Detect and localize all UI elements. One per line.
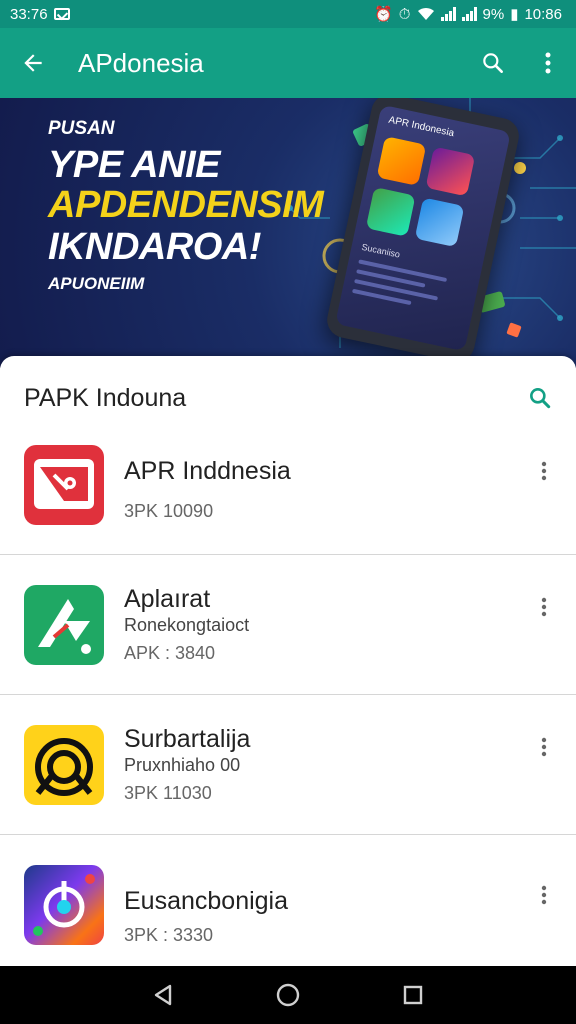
- banner-headline-3: IKNDAROA!: [48, 226, 261, 268]
- signal-2-icon: [461, 7, 477, 21]
- app-name: Surbartalija: [124, 725, 251, 753]
- yellow-app-icon: [24, 725, 104, 805]
- battery-icon: ▮: [510, 5, 519, 23]
- status-bar: 33:76 ⏰ ⏱ 9% ▮ 10:86: [0, 0, 576, 28]
- list-item[interactable]: Eusancbonigia 3PK : 3330: [0, 835, 576, 975]
- more-vert-icon[interactable]: [538, 48, 558, 78]
- phone-tile-orange: [376, 136, 427, 186]
- app-size: APK : 3840: [124, 643, 216, 663]
- status-time-left: 33:76: [10, 5, 48, 23]
- recents-square-icon[interactable]: [393, 975, 433, 1015]
- app-developer: Ronekongtaioct: [124, 615, 250, 635]
- banner-headline-1: YPE ANIE: [48, 144, 220, 186]
- phone-tile-purple: [425, 146, 476, 197]
- promo-banner[interactable]: PUSAN YPE ANIE APDENDENSIM IKNDAROA! APU…: [0, 98, 576, 368]
- back-triangle-icon[interactable]: [143, 975, 183, 1015]
- more-vert-icon[interactable]: [532, 879, 556, 911]
- app-size: 3PK : 3330: [124, 925, 214, 945]
- status-left: 33:76: [10, 6, 70, 23]
- list-item[interactable]: APR Inddnesia 3PK 10090: [0, 415, 576, 555]
- alarm-icon: ⏰: [374, 5, 393, 23]
- search-icon[interactable]: [478, 48, 508, 78]
- system-nav-bar: [0, 966, 576, 1024]
- app-name: APR Inddnesia: [124, 457, 291, 485]
- app-list-sheet: PAPK Indouna APR Inddnesia 3PK 10090 Apl…: [0, 356, 576, 966]
- list-item[interactable]: Aplaırat Ronekongtaioct APK : 3840: [0, 555, 576, 695]
- app-developer: Pruxnhiaho 00: [124, 755, 241, 775]
- more-vert-icon[interactable]: [532, 731, 556, 763]
- battery-text: 9%: [482, 5, 505, 23]
- message-icon: [53, 8, 70, 20]
- search-icon[interactable]: [526, 384, 554, 412]
- signal-icon: [440, 7, 456, 21]
- phone-subtitle: Sucaniiso: [360, 241, 401, 260]
- app-size: 3PK 10090: [124, 501, 214, 521]
- home-circle-icon[interactable]: [268, 975, 308, 1015]
- section-header: PAPK Indouna: [24, 382, 554, 414]
- status-right: ⏰ ⏱ 9% ▮ 10:86: [374, 6, 562, 23]
- banner-headline-2: APDENDENSIM: [48, 184, 324, 226]
- banner-subtitle: APUONEIIM: [48, 274, 145, 293]
- list-item[interactable]: Surbartalija Pruxnhiaho 00 3PK 11030: [0, 695, 576, 835]
- red-app-icon: [24, 445, 104, 525]
- phone-tile-green: [365, 187, 416, 237]
- app-name: Aplaırat: [124, 585, 211, 613]
- app-size: 3PK 11030: [124, 783, 212, 803]
- section-title: PAPK Indouna: [24, 383, 187, 412]
- app-title: APdonesia: [78, 47, 204, 78]
- green-app-icon: [24, 585, 104, 665]
- colorful-app-icon: [24, 865, 104, 945]
- more-vert-icon[interactable]: [532, 591, 556, 623]
- app-bar: APdonesia: [0, 28, 576, 98]
- app-name: Eusancbonigia: [124, 887, 289, 915]
- phone-title: APR Indonesia: [387, 114, 456, 140]
- banner-kicker: PUSAN: [48, 118, 115, 139]
- wifi-icon: [417, 7, 434, 20]
- phone-tile-blue: [414, 197, 465, 248]
- status-time-right: 10:86: [524, 5, 562, 23]
- arrow-left-icon[interactable]: [18, 48, 48, 78]
- clock-icon: ⏱: [398, 5, 411, 23]
- more-vert-icon[interactable]: [532, 455, 556, 487]
